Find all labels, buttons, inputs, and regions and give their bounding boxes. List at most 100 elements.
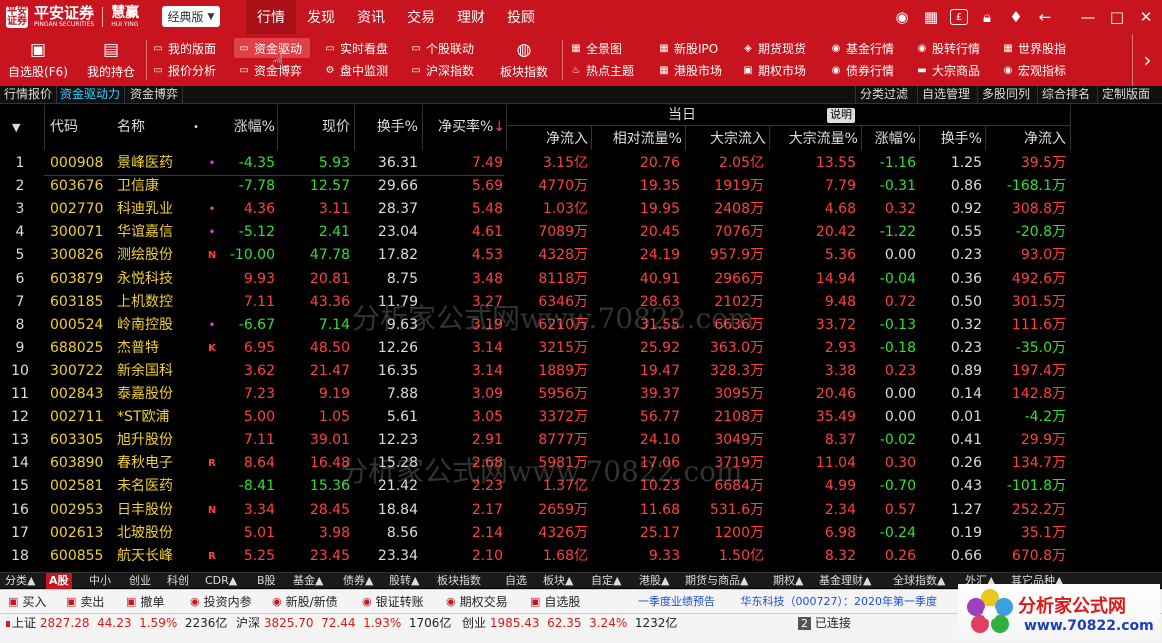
shirt-icon[interactable]: ♦ (1006, 7, 1026, 27)
table-row[interactable]: 18 600855 航天长峰 R 5.25 23.45 23.34 2.10 1.68亿 9.33… (0, 545, 1070, 568)
investment-report-button[interactable]: ◉ 投资内参 (190, 590, 252, 614)
watchlist-manage-button[interactable]: 自选管理 (917, 86, 974, 104)
buy-button[interactable]: ▣ 买入 (8, 590, 46, 614)
market-tab[interactable]: B股 (254, 573, 279, 589)
table-row[interactable]: 7 603185 上机数控 7.11 43.36 11.79 3.27 6346万 28.63 2… (0, 291, 1070, 314)
table-row[interactable]: 11 002843 泰嘉股份 7.23 9.19 7.88 3.09 5956万 39.37 30… (0, 383, 1070, 406)
new-stock-bond-button[interactable]: ◉ 新股/新债 (272, 590, 338, 614)
table-row[interactable]: 9 688025 杰普特 K 6.95 48.50 12.26 3.14 3215万 25.92 3… (0, 337, 1070, 360)
top-nav-wealth[interactable]: 理财 (446, 0, 496, 34)
cy-index[interactable]: 创业 1985.43 62.35 3.24% 1232亿 (462, 614, 677, 632)
watchlist-action-button[interactable]: ▣ 自选股 (530, 590, 580, 614)
market-tab[interactable]: 港股▲ (636, 573, 672, 589)
market-tab[interactable]: 科创 (164, 573, 192, 589)
sort-caret-icon[interactable]: ▼ (12, 105, 20, 150)
market-tab[interactable]: 股转▲ (386, 573, 422, 589)
cancel-order-button[interactable]: ▣ 撤单 (126, 590, 164, 614)
sh-index[interactable]: 上证 2827.28 44.23 1.59% 2236亿 (6, 614, 227, 632)
grid-icon[interactable]: ▦ (921, 7, 941, 27)
hk-market-button[interactable]: ▦ 港股市场 (658, 60, 722, 80)
tab-quote[interactable]: 行情报价 (0, 86, 58, 104)
my-holdings-button[interactable]: ▤ 我的持仓 (76, 36, 146, 84)
table-row[interactable]: 1 000908 景峰医药 • -4.35 5.93 36.31 7.49 3.15亿 20.76… (0, 152, 1070, 175)
top-nav-discover[interactable]: 发现 (296, 0, 346, 34)
market-tab[interactable]: 全球指数▲ (890, 573, 948, 589)
lock-icon[interactable]: 🔒︎ (977, 7, 997, 27)
my-layout-button[interactable]: ▭ 我的版面 (152, 38, 216, 58)
commodity-button[interactable]: ▬ 大宗商品 (916, 60, 980, 80)
macro-indicator-button[interactable]: ◉ 宏观指标 (1002, 60, 1066, 80)
news-ticker[interactable]: 一季度业绩预告 华东科技（000727）：2020年第一季度 (638, 590, 937, 614)
toolbar-more-arrow[interactable]: › (1132, 34, 1162, 86)
table-row[interactable]: 15 002581 未名医药 -8.41 15.36 21.42 2.23 1.37亿 10.2… (0, 475, 1070, 498)
col-rel-flow[interactable]: 相对流量% (592, 127, 682, 151)
col-turnover-2[interactable]: 换手% (920, 127, 982, 151)
col-price[interactable]: 现价 (280, 105, 350, 150)
market-tab[interactable]: 期权▲ (770, 573, 806, 589)
table-row[interactable]: 4 300071 华谊嘉信 • -5.12 2.41 23.04 4.61 7089万 20.45… (0, 221, 1070, 244)
hs-index-button[interactable]: ▭ 沪深指数 (410, 60, 474, 80)
news-item[interactable]: 一季度业绩预告 (638, 595, 715, 608)
market-tab[interactable]: 自选 (502, 573, 530, 589)
col-block-flow[interactable]: 大宗流量% (770, 127, 858, 151)
col-change-pct-2[interactable]: 涨幅% (862, 127, 916, 151)
market-tab[interactable]: 板块指数 (434, 573, 484, 589)
custom-layout-button[interactable]: 定制版面 (1097, 86, 1154, 104)
market-tab[interactable]: 基金▲ (290, 573, 326, 589)
sell-button[interactable]: ▣ 卖出 (66, 590, 104, 614)
hs-index[interactable]: 沪深 3825.70 72.44 1.93% 1706亿 (236, 614, 451, 632)
maximize-button[interactable]: □ (1107, 7, 1127, 27)
account-icon[interactable]: £ (950, 9, 968, 25)
market-tab[interactable]: 期货与商品▲ (682, 573, 751, 589)
market-tab[interactable]: 板块▲ (540, 573, 576, 589)
table-row[interactable]: 17 002613 北玻股份 5.01 3.98 8.56 2.14 4326万 25.17 12… (0, 522, 1070, 545)
options-trade-button[interactable]: ◉ 期权交易 (446, 590, 508, 614)
market-tab[interactable]: 分类▲ (2, 573, 38, 589)
market-tab[interactable]: 创业 (126, 573, 154, 589)
sector-index-button[interactable]: ◍ 板块指数 (490, 36, 558, 84)
bank-transfer-button[interactable]: ◉ 银证转账 (362, 590, 424, 614)
ranking-button[interactable]: 综合排名 (1037, 86, 1094, 104)
world-index-button[interactable]: ▦ 世界股指 (1002, 38, 1066, 58)
col-block-inflow[interactable]: 大宗流入 (686, 127, 766, 151)
tab-capital-drive[interactable]: 资金驱动力 (56, 86, 126, 104)
col-turnover[interactable]: 换手% (355, 105, 418, 150)
filter-button[interactable]: 分类过滤 (855, 86, 912, 104)
top-nav-market[interactable]: 行情 (246, 0, 296, 34)
ipo-button[interactable]: ▦ 新股IPO (658, 38, 718, 58)
col-name[interactable]: 名称 (117, 105, 145, 150)
table-row[interactable]: 3 002770 科迪乳业 • 4.36 3.11 28.37 5.48 1.03亿 19.95 2… (0, 198, 1070, 221)
futures-spot-button[interactable]: ◈ 期货现货 (742, 38, 806, 58)
options-market-button[interactable]: ▣ 期权市场 (742, 60, 806, 80)
table-row[interactable]: 14 603890 春秋电子 R 8.64 16.48 15.28 2.68 5981万 17.0… (0, 452, 1070, 475)
top-nav-advisor[interactable]: 投顾 (496, 0, 546, 34)
market-tab[interactable]: 自定▲ (588, 573, 624, 589)
col-net-inflow-2[interactable]: 净流入 (986, 127, 1066, 151)
table-row[interactable]: 10 300722 新余国科 3.62 21.47 16.35 3.14 1889万 19.47… (0, 360, 1070, 383)
market-tab[interactable]: CDR▲ (202, 573, 240, 589)
neeq-quotes-button[interactable]: ◉ 股转行情 (916, 38, 980, 58)
news-item[interactable]: 华东科技（000727）：2020年第一季度 (741, 595, 938, 608)
table-row[interactable]: 5 300826 测绘股份 N -10.00 47.78 17.82 4.53 4328万 24.… (0, 244, 1070, 267)
table-row[interactable]: 16 002953 日丰股份 N 3.34 28.45 18.84 2.17 2659万 11.6… (0, 499, 1070, 522)
close-button[interactable]: ✕ (1136, 7, 1156, 27)
multi-stock-button[interactable]: 多股同列 (977, 86, 1034, 104)
table-row[interactable]: 12 002711 *ST欧浦 5.00 1.05 5.61 3.05 3372万 56.77 2… (0, 406, 1070, 429)
col-net-inflow[interactable]: 净流入 (510, 127, 588, 151)
tab-capital-game[interactable]: 资金博弈 (126, 86, 184, 104)
market-tab[interactable]: 债券▲ (340, 573, 376, 589)
version-select[interactable]: 经典版 ▼ (162, 6, 220, 27)
watchlist-button[interactable]: ▣ 自选股(F6) (3, 36, 73, 84)
realtime-watch-button[interactable]: ▭ 实时看盘 (324, 38, 388, 58)
col-code[interactable]: 代码 (50, 105, 78, 150)
bond-quotes-button[interactable]: ◉ 债券行情 (830, 60, 894, 80)
stock-link-button[interactable]: ▭ 个股联动 (410, 38, 474, 58)
fund-quotes-button[interactable]: ◉ 基金行情 (830, 38, 894, 58)
minimize-button[interactable]: — (1078, 7, 1098, 27)
table-row[interactable]: 2 603676 卫信康 -7.78 12.57 29.66 5.69 4770万 19.35 1… (0, 175, 1070, 198)
col-net-buy-rate[interactable]: 净买率%↓ (438, 105, 505, 150)
capital-game-button[interactable]: ▭ 资金博弈 (238, 60, 302, 80)
panorama-button[interactable]: ▦ 全景图 (570, 38, 622, 58)
market-tab[interactable]: 中小 (86, 573, 114, 589)
table-row[interactable]: 6 603879 永悦科技 9.93 20.81 8.75 3.48 8118万 40.91 29… (0, 268, 1070, 291)
